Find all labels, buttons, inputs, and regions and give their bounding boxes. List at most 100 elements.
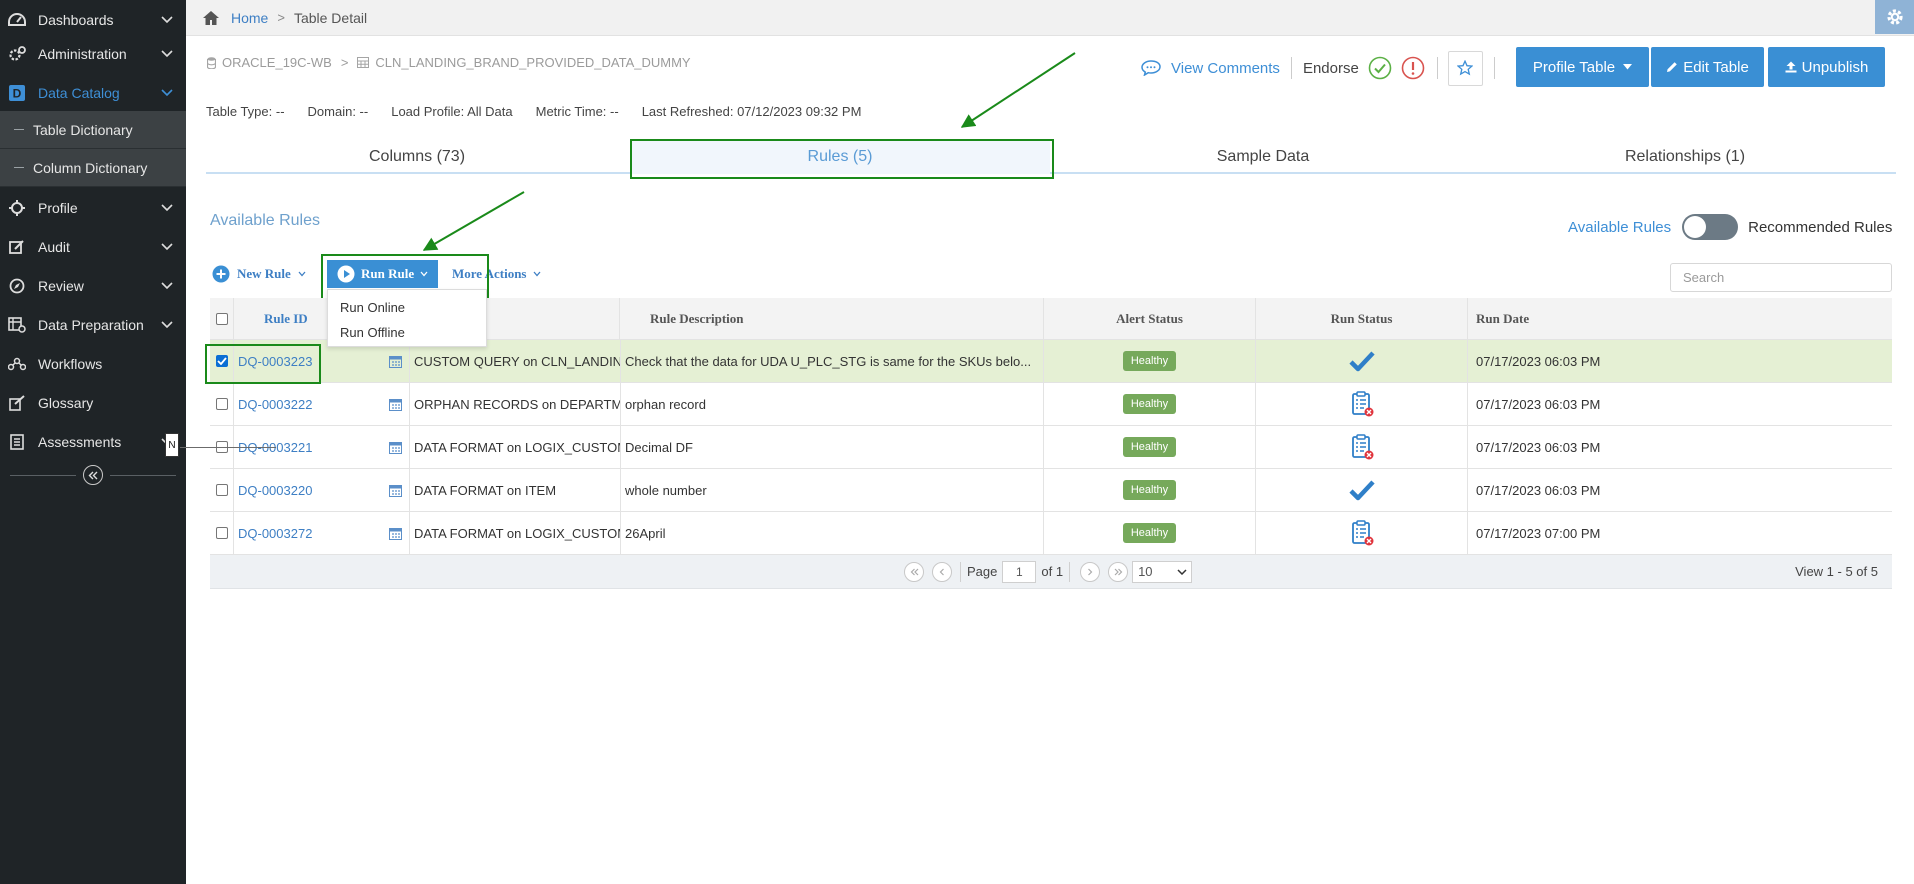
star-icon bbox=[1457, 60, 1474, 76]
row-checkbox[interactable] bbox=[215, 398, 228, 410]
calendar-icon[interactable] bbox=[389, 398, 402, 411]
calendar-icon[interactable] bbox=[389, 484, 402, 497]
page-size-select[interactable]: 10 bbox=[1132, 560, 1193, 583]
sidebar-item-glossary[interactable]: Glossary bbox=[0, 383, 186, 422]
check-circle-icon bbox=[1368, 56, 1392, 80]
caret-down-icon bbox=[1623, 64, 1633, 70]
profile-table-button[interactable]: Profile Table bbox=[1516, 47, 1649, 87]
dashboard-icon bbox=[8, 11, 26, 29]
rule-id-cell: DQ-0003272 bbox=[234, 512, 382, 554]
run-status-cell[interactable] bbox=[1256, 512, 1468, 554]
chevron-left-icon bbox=[939, 568, 944, 575]
settings-button[interactable] bbox=[1875, 0, 1914, 34]
run-status-cell[interactable] bbox=[1256, 426, 1468, 468]
rule-name: DATA FORMAT on ITEM bbox=[414, 482, 557, 498]
rules-toggle-switch[interactable] bbox=[1682, 214, 1739, 240]
toggle-label-recommended: Recommended Rules bbox=[1748, 218, 1893, 236]
next-page-button[interactable] bbox=[1080, 561, 1101, 582]
run-status-cell[interactable] bbox=[1256, 340, 1468, 382]
endorse-approve-button[interactable] bbox=[1368, 56, 1392, 80]
sidebar-subitem-column-dictionary[interactable]: Column Dictionary bbox=[0, 149, 186, 187]
rule-description-cell: whole number bbox=[620, 469, 1044, 511]
rules-search-input[interactable] bbox=[1670, 263, 1892, 292]
calendar-icon[interactable] bbox=[389, 355, 402, 368]
run-status-cell[interactable] bbox=[1256, 469, 1468, 511]
status-badge: Healthy bbox=[1122, 480, 1177, 500]
grid-pager: Page of 1 10 View 1 - 5 of 5 bbox=[210, 555, 1892, 589]
run-status-cell[interactable] bbox=[1256, 383, 1468, 425]
chevron-down-icon bbox=[420, 271, 428, 277]
column-header-run-date[interactable]: Run Date bbox=[1468, 298, 1892, 339]
unpublish-label: Unpublish bbox=[1801, 58, 1869, 76]
menu-item-run-online[interactable]: Run Online bbox=[340, 300, 405, 315]
chevron-down-icon bbox=[156, 242, 178, 251]
table-row[interactable]: DQ-0003272 DATA FORMAT on LOGIX_CUSTOM_NT… bbox=[210, 512, 1892, 555]
column-header-alert-status[interactable]: Alert Status bbox=[1044, 298, 1256, 339]
alert-status-cell: Healthy bbox=[1044, 383, 1256, 425]
sidebar-item-data-preparation[interactable]: Data Preparation bbox=[0, 305, 186, 344]
rule-id-link[interactable]: DQ-0003272 bbox=[238, 526, 312, 541]
chevron-down-icon bbox=[1177, 568, 1187, 575]
table-metadata: Table Type: -- Domain: -- Load Profile: … bbox=[206, 104, 884, 119]
rule-id-link[interactable]: DQ-0003220 bbox=[238, 483, 312, 498]
breadcrumb-home-link[interactable]: Home bbox=[231, 10, 268, 26]
sidebar-item-administration[interactable]: Administration bbox=[0, 34, 186, 73]
view-comments-link[interactable]: View Comments bbox=[1141, 60, 1280, 77]
collapse-sidebar-button[interactable] bbox=[83, 465, 103, 485]
tab-columns[interactable]: Columns (73) bbox=[206, 140, 628, 174]
sidebar-item-workflows[interactable]: Workflows bbox=[0, 344, 186, 383]
chevron-down-icon bbox=[298, 271, 306, 277]
home-icon[interactable] bbox=[202, 10, 220, 26]
more-actions-button[interactable]: More Actions bbox=[452, 266, 541, 282]
sidebar-item-review[interactable]: Review bbox=[0, 266, 186, 305]
pencil-icon bbox=[1666, 61, 1678, 73]
alert-status-cell: Healthy bbox=[1044, 469, 1256, 511]
checkmark-icon bbox=[1348, 480, 1375, 501]
sidebar-item-label: Profile bbox=[38, 199, 78, 216]
calendar-icon[interactable] bbox=[389, 441, 402, 454]
new-rule-button[interactable]: New Rule bbox=[212, 265, 306, 283]
sidebar-item-profile[interactable]: Profile bbox=[0, 188, 186, 227]
table-icon bbox=[357, 57, 370, 68]
sidebar-item-audit[interactable]: Audit bbox=[0, 227, 186, 266]
calendar-icon[interactable] bbox=[389, 527, 402, 540]
row-checkbox[interactable] bbox=[215, 355, 228, 367]
row-checkbox[interactable] bbox=[215, 527, 228, 539]
rule-id-link[interactable]: DQ-0003222 bbox=[238, 397, 312, 412]
sidebar-subitem-table-dictionary[interactable]: Table Dictionary bbox=[0, 111, 186, 149]
profile-table-label: Profile Table bbox=[1532, 58, 1616, 76]
prev-page-button[interactable] bbox=[932, 561, 952, 582]
favorite-button[interactable] bbox=[1447, 50, 1483, 86]
upload-icon bbox=[1785, 61, 1797, 73]
submenu-branch bbox=[14, 167, 24, 168]
last-page-button[interactable] bbox=[1108, 561, 1129, 582]
page-number-input[interactable] bbox=[1002, 560, 1037, 583]
rule-name: DATA FORMAT on LOGIX_CUSTOM_NT_WT bbox=[414, 525, 620, 541]
database-name[interactable]: ORACLE_19C-WB bbox=[222, 55, 332, 70]
first-page-button[interactable] bbox=[904, 561, 924, 582]
select-all-checkbox[interactable] bbox=[215, 312, 228, 325]
tab-rules[interactable]: Rules (5) bbox=[630, 140, 1050, 174]
row-select-cell bbox=[210, 340, 234, 382]
column-header-run-status[interactable]: Run Status bbox=[1256, 298, 1468, 339]
meta-table-type: Table Type: -- bbox=[206, 104, 285, 119]
table-row[interactable]: DQ-0003220 DATA FORMAT on ITEM whole numbe… bbox=[210, 469, 1892, 512]
table-row[interactable]: DQ-0003221DATA FORMAT on LOGIX_CUSTOM_NT… bbox=[210, 426, 1892, 469]
rule-description: 26April bbox=[625, 525, 666, 541]
unpublish-button[interactable]: Unpublish bbox=[1768, 47, 1885, 87]
tab-sample-data[interactable]: Sample Data bbox=[1052, 140, 1474, 174]
run-rule-button[interactable]: Run Rule bbox=[327, 260, 438, 288]
play-circle-icon bbox=[337, 265, 355, 283]
table-row[interactable]: DQ-0003222 ORPHAN RECORDS on DEPARTMENT or… bbox=[210, 383, 1892, 426]
endorse-warning-button[interactable] bbox=[1401, 56, 1425, 80]
column-header-rule-description[interactable]: Rule Description bbox=[620, 298, 1044, 339]
sidebar-item-data-catalog[interactable]: D Data Catalog bbox=[0, 73, 186, 112]
menu-item-run-offline[interactable]: Run Offline bbox=[340, 325, 405, 340]
sidebar-item-assessments[interactable]: Assessments bbox=[0, 422, 186, 461]
edit-table-button[interactable]: Edit Table bbox=[1651, 47, 1764, 87]
rule-name-cell: DATA FORMAT on ITEM bbox=[410, 469, 620, 511]
tab-relationships[interactable]: Relationships (1) bbox=[1474, 140, 1896, 174]
sidebar-item-label: Assessments bbox=[38, 433, 122, 450]
rule-id-link[interactable]: DQ-0003223 bbox=[238, 354, 312, 369]
row-checkbox[interactable] bbox=[215, 484, 228, 496]
